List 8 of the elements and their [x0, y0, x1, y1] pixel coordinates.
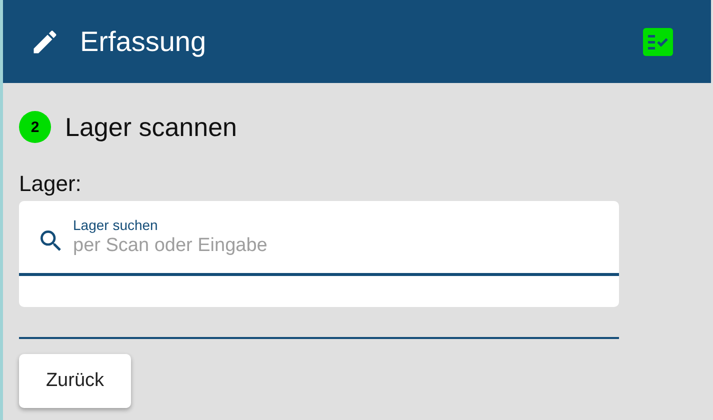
app-title: Erfassung — [80, 26, 206, 58]
search-field[interactable]: per Scan oder Eingabe — [73, 233, 573, 257]
checklist-icon[interactable] — [643, 28, 673, 56]
step-title: Lager scannen — [65, 112, 238, 142]
step-number: 2 — [19, 111, 51, 143]
back-button[interactable]: Zurück — [19, 354, 131, 408]
floating-label: Lager suchen — [73, 217, 159, 233]
field-label: Lager: — [19, 171, 82, 197]
